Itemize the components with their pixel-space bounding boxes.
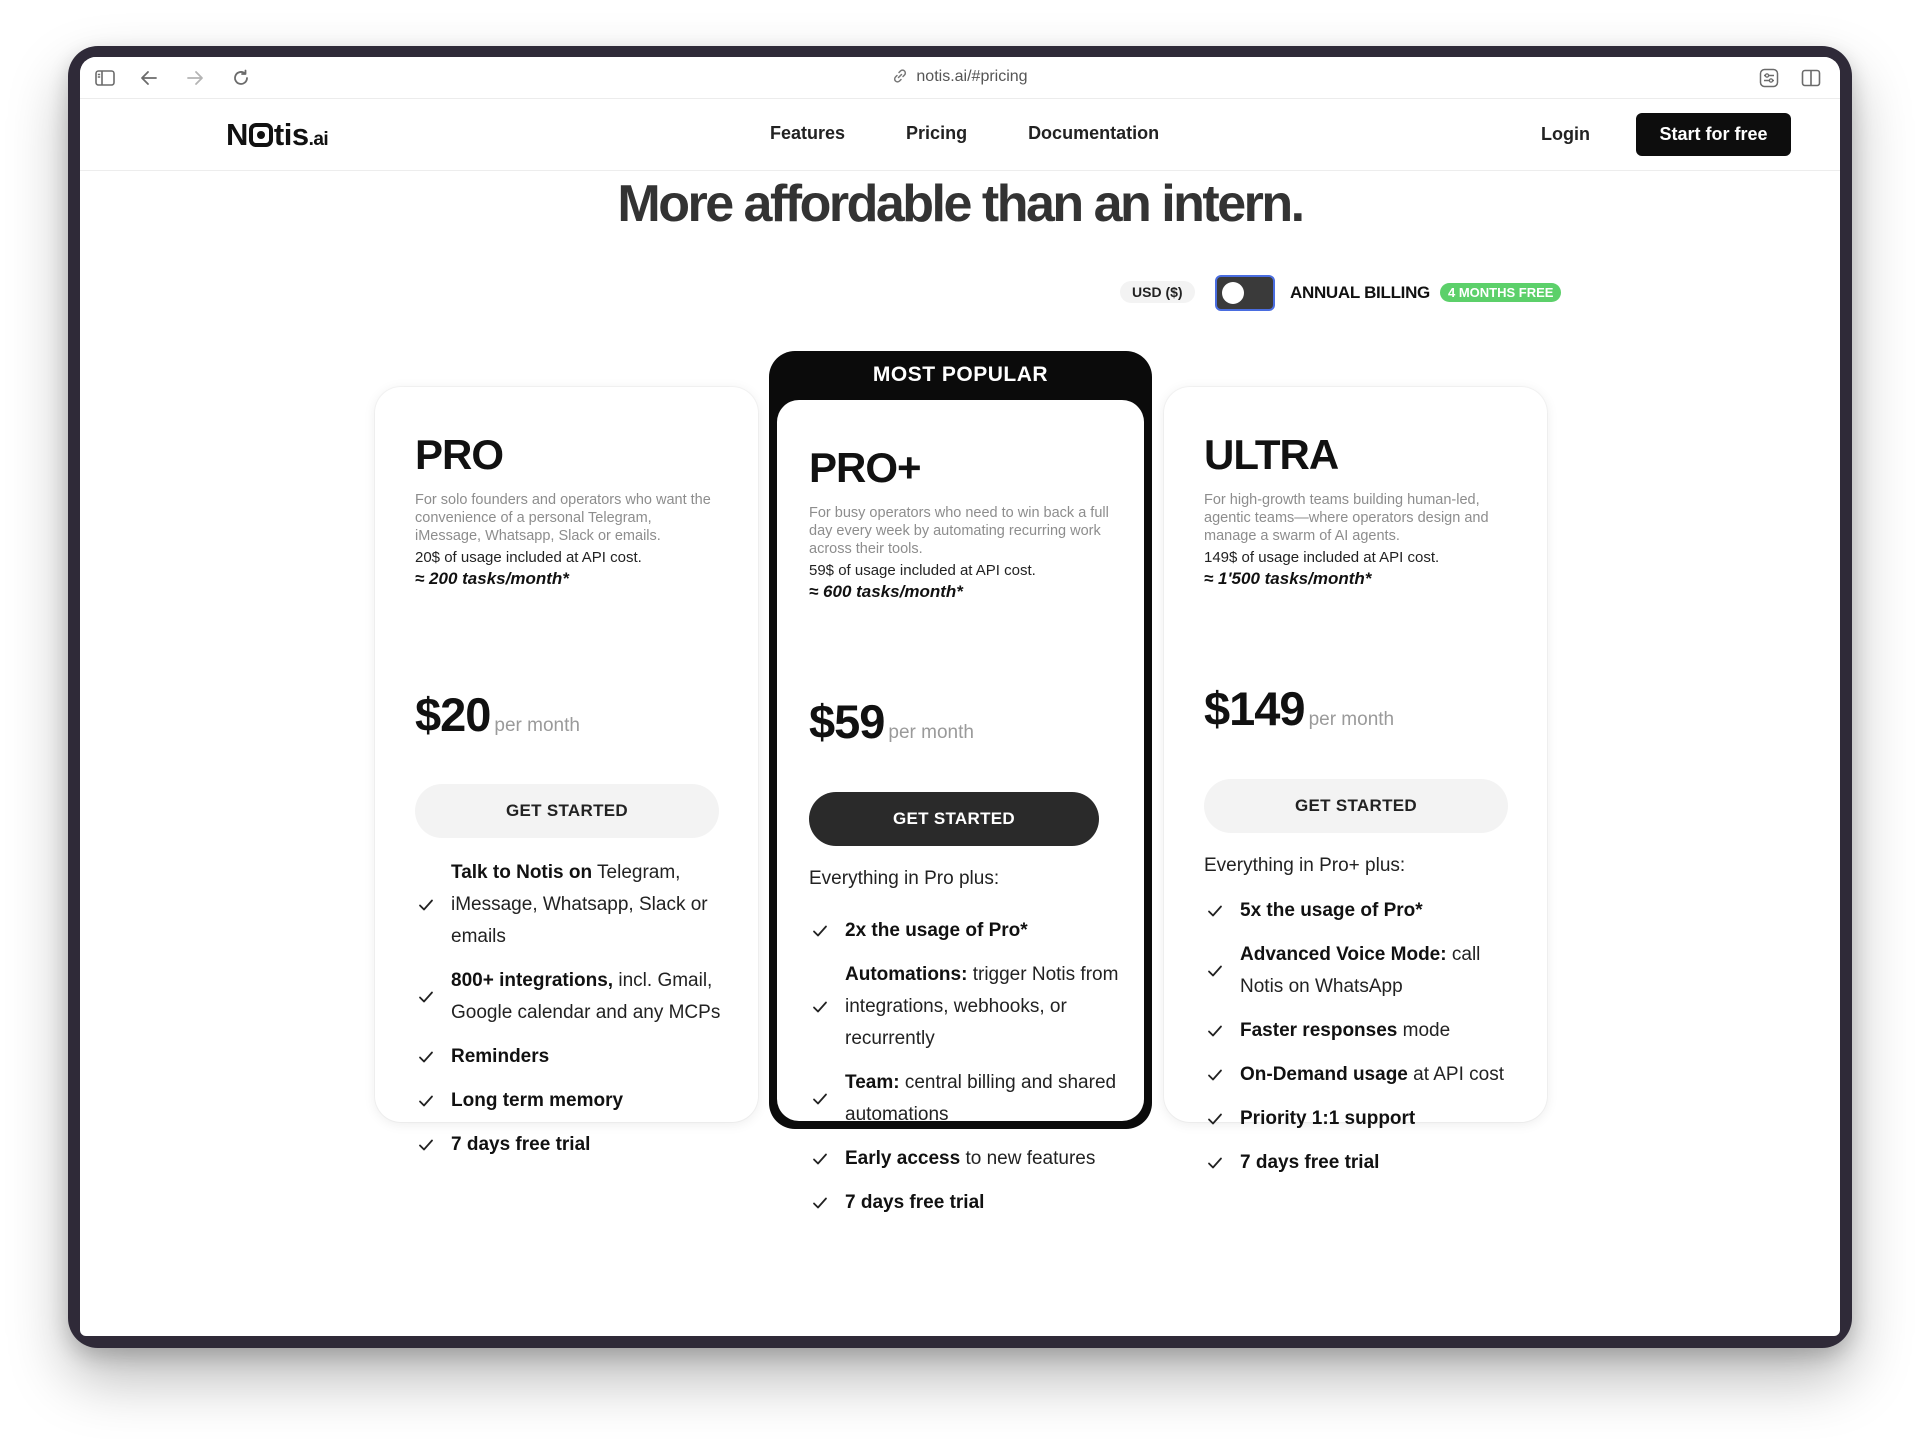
feature-item: Faster responses mode <box>1204 1015 1514 1047</box>
plan-description: For busy operators who need to win back … <box>809 505 1109 557</box>
extension-icon[interactable] <box>1758 67 1780 89</box>
main-nav: Features Pricing Documentation <box>770 123 1159 144</box>
notis-logo[interactable]: Ntis.ai <box>226 117 329 153</box>
logo-tld: .ai <box>308 129 329 150</box>
plan-name: PRO <box>415 431 504 478</box>
plan-usage: 59$ of usage included at API cost. <box>809 562 1036 579</box>
check-icon <box>419 1051 433 1063</box>
price-period: per month <box>888 722 974 743</box>
plan-intro: Everything in Pro plus: <box>809 868 1000 889</box>
check-icon <box>813 1093 827 1105</box>
check-icon <box>813 1153 827 1165</box>
feature-list: Talk to Notis on Telegram, iMessage, Wha… <box>415 857 725 1173</box>
feature-item: Team: central billing and shared automat… <box>809 1067 1119 1131</box>
get-started-button[interactable]: GET STARTED <box>415 784 719 838</box>
price-amount: $20 <box>415 688 491 741</box>
page-title: More affordable than an intern. <box>617 175 1305 233</box>
plan-card-pro-plus-highlight: MOST POPULAR PRO+ For busy operators who… <box>769 351 1152 1213</box>
plan-price: $149 per month <box>1204 681 1394 736</box>
price-period: per month <box>494 715 580 736</box>
browser-window: notis.ai/#pricing Ntis.ai Features Prici… <box>80 57 1840 1336</box>
currency-selector[interactable]: USD ($) <box>1120 281 1195 303</box>
feature-item: 7 days free trial <box>415 1129 725 1161</box>
plan-card-pro: PRO For solo founders and operators who … <box>375 387 758 1155</box>
feature-item: Automations: trigger Notis from integrat… <box>809 959 1119 1055</box>
check-icon <box>1208 1113 1222 1125</box>
link-icon <box>892 68 908 89</box>
billing-controls: USD ($) ANNUAL BILLING 4 MONTHS FREE <box>80 272 1840 312</box>
plan-usage: 20$ of usage included at API cost. <box>415 549 642 566</box>
nav-link-features[interactable]: Features <box>770 123 845 144</box>
plan-price: $20 per month <box>415 687 580 742</box>
price-amount: $59 <box>809 695 885 748</box>
split-view-icon[interactable] <box>1800 67 1822 89</box>
plan-description: For high-growth teams building human-led… <box>1204 492 1489 544</box>
feature-item: Reminders <box>415 1041 725 1073</box>
plan-usage: 149$ of usage included at API cost. <box>1204 549 1440 566</box>
feature-item: Long term memory <box>415 1085 725 1117</box>
feature-list: 2x the usage of Pro* Automations: trigge… <box>809 915 1119 1231</box>
feature-item: 7 days free trial <box>1204 1147 1514 1179</box>
annual-billing-toggle[interactable] <box>1215 275 1275 311</box>
toggle-knob <box>1222 282 1244 304</box>
feature-item: 7 days free trial <box>809 1187 1119 1219</box>
feature-item: Priority 1:1 support <box>1204 1103 1514 1135</box>
plan-name: ULTRA <box>1204 431 1339 478</box>
plan-tasks: ≈ 1'500 tasks/month* <box>1204 569 1372 588</box>
most-popular-badge: MOST POPULAR <box>872 363 1049 386</box>
check-icon <box>1208 1157 1222 1169</box>
plan-card-pro-plus: PRO+ For busy operators who need to win … <box>777 400 1144 1213</box>
address-bar[interactable]: notis.ai/#pricing <box>80 68 1840 89</box>
check-icon <box>1208 1025 1222 1037</box>
check-icon <box>1208 965 1222 977</box>
promo-badge: 4 MONTHS FREE <box>1440 283 1562 302</box>
site-header: Ntis.ai Features Pricing Documentation L… <box>80 99 1840 171</box>
price-period: per month <box>1308 709 1395 730</box>
check-icon <box>1208 905 1222 917</box>
plan-tasks: ≈ 600 tasks/month* <box>809 582 963 601</box>
feature-item: Talk to Notis on Telegram, iMessage, Wha… <box>415 857 725 953</box>
check-icon <box>419 1095 433 1107</box>
browser-toolbar: notis.ai/#pricing <box>80 57 1840 99</box>
feature-item: On-Demand usage at API cost <box>1204 1059 1514 1091</box>
check-icon <box>419 991 433 1003</box>
annual-billing-label: ANNUAL BILLING <box>1290 283 1430 302</box>
get-started-button[interactable]: GET STARTED <box>809 792 1099 846</box>
plan-tasks: ≈ 200 tasks/month* <box>415 569 569 588</box>
check-icon <box>813 1001 827 1013</box>
plan-name: PRO+ <box>809 444 922 491</box>
check-icon <box>419 1139 433 1151</box>
check-icon <box>419 899 433 911</box>
nav-link-documentation[interactable]: Documentation <box>1028 123 1159 144</box>
logo-suffix: tis <box>273 117 309 152</box>
check-icon <box>1208 1069 1222 1081</box>
logo-eye-icon <box>248 123 273 147</box>
plan-intro: Everything in Pro+ plus: <box>1204 855 1406 876</box>
check-icon <box>813 925 827 937</box>
start-for-free-button[interactable]: Start for free <box>1636 113 1791 156</box>
logo-prefix: N <box>226 117 248 152</box>
plan-price: $59 per month <box>809 694 974 749</box>
price-amount: $149 <box>1204 682 1306 735</box>
plan-card-ultra: ULTRA For high-growth teams building hum… <box>1164 387 1547 1173</box>
feature-item: Advanced Voice Mode: call Notis on Whats… <box>1204 939 1514 1003</box>
feature-item: 2x the usage of Pro* <box>809 915 1119 947</box>
get-started-button[interactable]: GET STARTED <box>1204 779 1508 833</box>
feature-item: 5x the usage of Pro* <box>1204 895 1514 927</box>
nav-link-pricing[interactable]: Pricing <box>906 123 967 144</box>
login-link[interactable]: Login <box>1541 124 1590 145</box>
feature-list: 5x the usage of Pro* Advanced Voice Mode… <box>1204 895 1514 1191</box>
feature-item: 800+ integrations, incl. Gmail, Google c… <box>415 965 725 1029</box>
plan-description: For solo founders and operators who want… <box>415 492 711 544</box>
url-text: notis.ai/#pricing <box>916 68 1028 85</box>
check-icon <box>813 1197 827 1209</box>
feature-item: Early access to new features <box>809 1143 1119 1175</box>
